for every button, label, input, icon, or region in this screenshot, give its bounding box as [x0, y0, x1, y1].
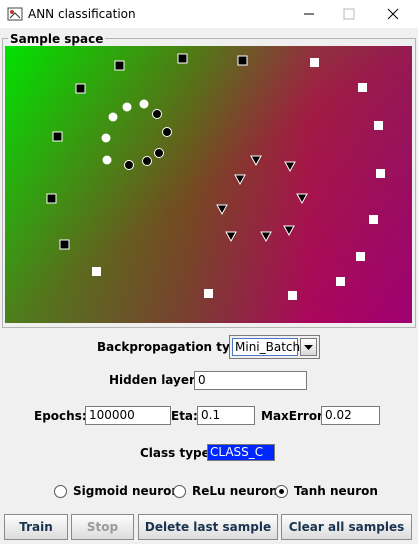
close-icon	[387, 8, 399, 20]
radio-label: ReLu neuron	[192, 484, 278, 498]
sample-circle-black	[142, 156, 152, 166]
sample-square-white	[376, 169, 385, 178]
sample-circle-white	[102, 155, 112, 165]
sample-square-black	[52, 131, 63, 142]
radio-tanh[interactable]: Tanh neuron	[275, 483, 378, 499]
sample-circle-white	[101, 133, 111, 143]
class-type-label: Class type:	[140, 446, 215, 460]
dropdown-arrow-button[interactable]	[300, 338, 317, 356]
backprop-dropdown[interactable]: Mini_Batch	[229, 335, 320, 359]
sample-circle-black	[162, 127, 172, 137]
sample-square-black	[114, 60, 125, 71]
close-button[interactable]	[371, 0, 415, 28]
sample-circle-black	[152, 109, 162, 119]
stop-button: Stop	[71, 514, 134, 540]
sample-square-white	[369, 215, 378, 224]
app-icon	[7, 7, 23, 21]
sample-square-white	[310, 58, 319, 67]
backprop-value: Mini_Batch	[232, 338, 300, 356]
clear-all-samples-button[interactable]: Clear all samples	[281, 514, 412, 540]
sample-square-black	[46, 193, 57, 204]
hidden-layers-label: Hidden layers:	[109, 373, 207, 387]
radio-circle-icon	[173, 484, 186, 498]
sample-square-white	[92, 267, 101, 276]
sample-square-black	[177, 53, 188, 64]
chevron-down-icon	[304, 345, 313, 350]
sample-circle-white	[122, 102, 132, 112]
radio-circle-icon	[54, 484, 67, 498]
sample-circle-black	[124, 160, 134, 170]
train-button[interactable]: Train	[4, 514, 68, 540]
sample-square-white	[204, 289, 213, 298]
sample-square-black	[75, 83, 86, 94]
sample-circle-black	[154, 148, 164, 158]
decision-region-overlay	[5, 46, 412, 323]
window-title: ANN classification	[28, 7, 136, 21]
epochs-label: Epochs:	[34, 409, 87, 423]
maxerror-input[interactable]: 0.02	[321, 406, 380, 425]
sample-space-canvas[interactable]	[5, 46, 412, 323]
radio-sigmoid[interactable]: Sigmoid neuron	[54, 483, 180, 499]
delete-last-sample-button[interactable]: Delete last sample	[138, 514, 278, 540]
sample-circle-white	[108, 112, 118, 122]
maximize-icon	[343, 8, 355, 20]
sample-square-white	[288, 291, 297, 300]
maxerror-label: MaxError:	[261, 409, 328, 423]
radio-circle-selected-icon	[275, 484, 288, 498]
minimize-button[interactable]	[287, 0, 331, 28]
sample-square-white	[358, 83, 367, 92]
sample-circle-white	[139, 99, 149, 109]
sample-square-white	[374, 121, 383, 130]
title-bar: ANN classification	[0, 0, 418, 28]
radio-relu[interactable]: ReLu neuron	[173, 483, 278, 499]
sample-square-white	[336, 277, 345, 286]
class-type-selector[interactable]: CLASS_C	[207, 444, 275, 461]
radio-label: Tanh neuron	[294, 484, 378, 498]
epochs-input[interactable]: 100000	[85, 406, 171, 425]
panel-title: Sample space	[8, 32, 106, 46]
sample-square-black	[59, 239, 70, 250]
radio-label: Sigmoid neuron	[73, 484, 180, 498]
maximize-button	[327, 0, 371, 28]
eta-label: Eta:	[171, 409, 198, 423]
hidden-layers-input[interactable]: 0	[194, 371, 307, 390]
sample-square-black	[237, 55, 248, 66]
sample-square-white	[356, 252, 365, 261]
eta-input[interactable]: 0.1	[197, 406, 255, 425]
minimize-icon	[304, 13, 314, 15]
